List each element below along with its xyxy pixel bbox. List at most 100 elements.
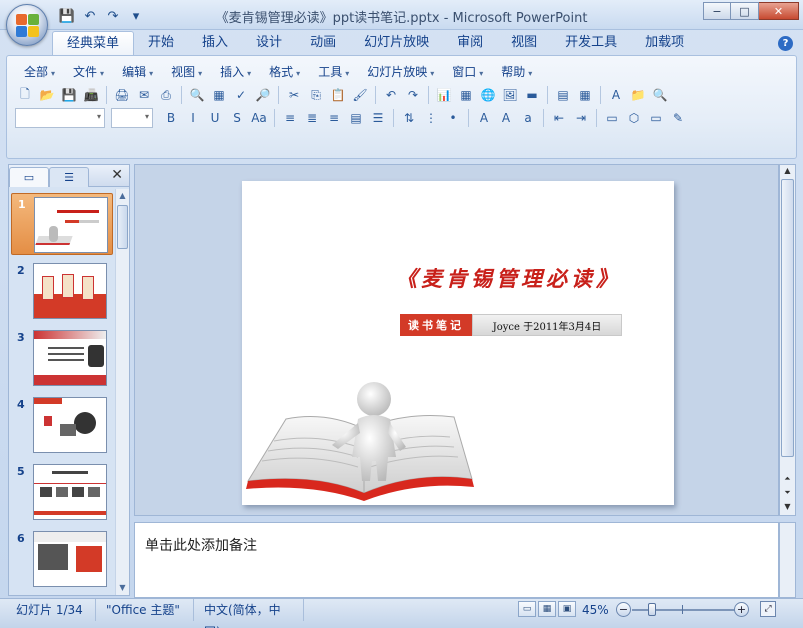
toolbar-button-icon[interactable]: • — [443, 108, 463, 128]
slide-thumbnail[interactable]: 6 — [11, 528, 113, 590]
zoom-slider-knob[interactable] — [648, 603, 657, 616]
toolbar-button-icon[interactable]: ☰ — [368, 108, 388, 128]
zoom-in-icon[interactable]: + — [734, 602, 749, 617]
toolbar-button-icon[interactable]: 🖌 — [350, 85, 370, 105]
ribbon-tab[interactable]: 视图 — [497, 31, 551, 55]
language-indicator[interactable]: 中文(简体，中国) — [196, 599, 304, 628]
close-button[interactable]: ✕ — [759, 2, 799, 20]
toolbar-button-icon[interactable]: 📋 — [328, 85, 348, 105]
menu-item[interactable]: 工具 ▾ — [309, 62, 358, 82]
toolbar-button-icon[interactable]: 🔎 — [253, 85, 273, 105]
toolbar-button-icon[interactable]: ≡ — [280, 108, 300, 128]
toolbar-button-icon[interactable]: a — [518, 108, 538, 128]
toolbar-button-icon[interactable]: ✉ — [134, 85, 154, 105]
panel-close-icon[interactable]: ✕ — [111, 167, 123, 183]
toolbar-button-icon[interactable]: S — [227, 108, 247, 128]
toolbar-button-icon[interactable]: ≣ — [302, 108, 322, 128]
toolbar-button-icon[interactable]: A — [606, 85, 626, 105]
ribbon-tab[interactable]: 幻灯片放映 — [350, 31, 443, 55]
normal-view-icon[interactable]: ▭ — [518, 601, 536, 617]
scroll-down-icon[interactable]: ▼ — [116, 581, 129, 595]
previous-slide-icon[interactable]: ⏶ — [780, 473, 795, 485]
toolbar-button-icon[interactable]: ⎘ — [306, 85, 326, 105]
toolbar-button-icon[interactable]: 🌐 — [478, 85, 498, 105]
toolbar-button-icon[interactable]: ⇥ — [571, 108, 591, 128]
menu-item[interactable]: 插入 ▾ — [211, 62, 260, 82]
toolbar-button-icon[interactable]: 💾 — [59, 85, 79, 105]
scroll-up-icon[interactable]: ▲ — [780, 165, 795, 177]
zoom-out-icon[interactable]: − — [616, 602, 631, 617]
font-size-combo[interactable] — [111, 108, 153, 128]
toolbar-button-icon[interactable]: 📠 — [81, 85, 101, 105]
undo-icon[interactable]: ↶ — [81, 7, 99, 25]
toolbar-button-icon[interactable]: ✓ — [231, 85, 251, 105]
menu-item[interactable]: 幻灯片放映 ▾ — [358, 62, 443, 82]
ribbon-tab[interactable]: 插入 — [188, 31, 242, 55]
toolbar-button-icon[interactable]: Aa — [249, 108, 269, 128]
redo-icon[interactable]: ↷ — [104, 7, 122, 25]
notes-placeholder[interactable]: 单击此处添加备注 — [145, 535, 257, 555]
toolbar-button-icon[interactable]: ▬ — [522, 85, 542, 105]
toolbar-button-icon[interactable]: ▤ — [346, 108, 366, 128]
subtitle-badge[interactable]: 读书笔记 Joyce 于2011年3月4日 — [400, 314, 622, 336]
save-icon[interactable]: 💾 — [58, 7, 76, 25]
ribbon-tab[interactable]: 审阅 — [443, 31, 497, 55]
toolbar-button-icon[interactable]: ⇅ — [399, 108, 419, 128]
menu-item[interactable]: 文件 ▾ — [64, 62, 113, 82]
customize-qat-icon[interactable]: ▾ — [127, 7, 145, 25]
help-icon[interactable]: ? — [778, 36, 793, 51]
slideshow-view-icon[interactable]: ▣ — [558, 601, 576, 617]
toolbar-button-icon[interactable]: ⇤ — [549, 108, 569, 128]
toolbar-button-icon[interactable]: I — [183, 108, 203, 128]
slide-thumbnail[interactable]: 3 — [11, 327, 113, 389]
toolbar-button-icon[interactable]: U — [205, 108, 225, 128]
menu-item[interactable]: 全部 ▾ — [15, 62, 64, 82]
toolbar-button-icon[interactable]: A — [474, 108, 494, 128]
thumbnails-scrollbar[interactable]: ▲ ▼ — [115, 189, 129, 595]
current-slide[interactable]: 《麦肯锡管理必读》 读书笔记 Joyce 于2011年3月4日 — [242, 181, 674, 505]
slide-thumbnail[interactable]: 2 — [11, 260, 113, 322]
toolbar-button-icon[interactable]: 🖼 — [500, 85, 520, 105]
toolbar-button-icon[interactable]: 🔍 — [650, 85, 670, 105]
slide-title[interactable]: 《麦肯锡管理必读》 — [396, 263, 676, 293]
toolbar-button-icon[interactable]: ▭ — [602, 108, 622, 128]
menu-item[interactable]: 格式 ▾ — [260, 62, 309, 82]
outline-tab-icon[interactable]: ☰ — [49, 167, 89, 187]
slide-sorter-icon[interactable]: ▦ — [538, 601, 556, 617]
theme-name[interactable]: "Office 主题" — [98, 599, 194, 621]
ribbon-tab[interactable]: 动画 — [296, 31, 350, 55]
menu-item[interactable]: 编辑 ▾ — [113, 62, 162, 82]
slides-tab-icon[interactable]: ▭ — [9, 167, 49, 187]
toolbar-button-icon[interactable]: ↶ — [381, 85, 401, 105]
toolbar-button-icon[interactable]: ↷ — [403, 85, 423, 105]
menu-item[interactable]: 视图 ▾ — [162, 62, 211, 82]
office-button[interactable] — [6, 4, 48, 46]
toolbar-button-icon[interactable]: ✎ — [668, 108, 688, 128]
scroll-down-icon[interactable]: ▼ — [780, 501, 795, 513]
maximize-button[interactable]: □ — [731, 2, 759, 20]
zoom-level[interactable]: 45% — [582, 599, 609, 621]
toolbar-button-icon[interactable]: ⋮ — [421, 108, 441, 128]
slide-thumbnail[interactable]: 5 — [11, 461, 113, 523]
toolbar-button-icon[interactable]: B — [161, 108, 181, 128]
ribbon-tab[interactable]: 加载项 — [631, 31, 698, 55]
toolbar-button-icon[interactable]: A — [496, 108, 516, 128]
ribbon-tab[interactable]: 经典菜单 — [52, 31, 135, 55]
ribbon-tab[interactable]: 开发工具 — [551, 31, 631, 55]
slide-thumbnail[interactable]: 1 — [11, 193, 113, 255]
menu-item[interactable]: 窗口 ▾ — [443, 62, 492, 82]
ribbon-tab[interactable]: 设计 — [242, 31, 296, 55]
toolbar-button-icon[interactable]: 🖨 — [112, 85, 132, 105]
scroll-up-icon[interactable]: ▲ — [116, 189, 129, 203]
minimize-button[interactable]: − — [703, 2, 731, 20]
menu-item[interactable]: 帮助 ▾ — [492, 62, 541, 82]
toolbar-button-icon[interactable]: 📁 — [628, 85, 648, 105]
toolbar-button-icon[interactable]: 🔍 — [187, 85, 207, 105]
toolbar-button-icon[interactable]: ▦ — [575, 85, 595, 105]
toolbar-button-icon[interactable]: ▦ — [209, 85, 229, 105]
notes-pane[interactable]: 单击此处添加备注 — [134, 522, 779, 598]
slide-scrollbar[interactable]: ▲ ⏶ ⏷ ▼ — [779, 164, 796, 516]
notes-scrollbar[interactable] — [779, 522, 796, 598]
scroll-thumb[interactable] — [117, 205, 128, 249]
font-name-combo[interactable] — [15, 108, 105, 128]
